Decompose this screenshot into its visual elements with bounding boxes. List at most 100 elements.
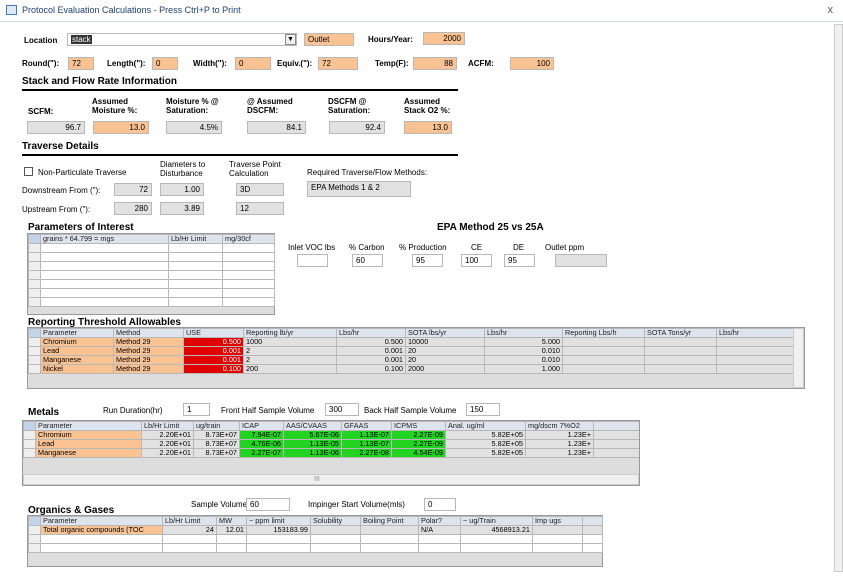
table-row[interactable]: Chromium 2.20E+01 8.73E+07 7.94E-07 5.67… xyxy=(23,430,639,440)
metals-cell[interactable]: 8.73E+07 xyxy=(193,448,240,458)
org-header-1[interactable]: Lb/Hr Limit xyxy=(162,516,217,526)
metals-cell[interactable]: 1.13E-07 xyxy=(341,439,392,449)
rta-cell[interactable]: 0.001 xyxy=(336,355,406,365)
rta-cell[interactable]: 2 xyxy=(243,355,337,365)
metals-cell[interactable]: 5.82E+05 xyxy=(445,439,526,449)
organics-grid[interactable]: Parameter Lb/Hr Limit MW ~ ppm limit Sol… xyxy=(27,515,603,567)
rta-cell[interactable]: 10000 xyxy=(405,337,485,347)
round-field[interactable]: 72 xyxy=(68,57,94,70)
org-header-6[interactable]: Polar? xyxy=(418,516,461,526)
metals-cell[interactable]: 8.73E+07 xyxy=(193,439,240,449)
rta-header-2[interactable]: USE xyxy=(183,328,244,338)
metals-cell[interactable]: 7.94E-07 xyxy=(239,430,284,440)
rta-select-all[interactable] xyxy=(28,328,41,338)
metals-cell[interactable]: 8.73E+07 xyxy=(193,430,240,440)
metals-cell[interactable]: 1.13E-05 xyxy=(283,439,342,449)
metals-hscrollbar[interactable]: III xyxy=(23,474,639,485)
metals-header-7[interactable]: Anal. ug/ml xyxy=(445,421,526,431)
rta-cell[interactable]: 0.001 xyxy=(183,346,244,356)
rta-cell[interactable]: Chromium xyxy=(40,337,114,347)
rta-cell[interactable]: Method 29 xyxy=(113,364,184,374)
rta-cell[interactable]: 0.100 xyxy=(336,364,406,374)
rta-cell[interactable]: 0.010 xyxy=(484,346,563,356)
metals-select-all[interactable] xyxy=(23,421,36,431)
org-header-4[interactable]: Solubility xyxy=(310,516,361,526)
rta-cell[interactable]: Method 29 xyxy=(113,355,184,365)
org-cell[interactable]: 12.01 xyxy=(216,525,247,535)
rta-header-0[interactable]: Parameter xyxy=(40,328,114,338)
metals-cell[interactable]: Chromium xyxy=(35,430,142,440)
metals-header-0[interactable]: Parameter xyxy=(35,421,142,431)
rta-cell[interactable]: 2 xyxy=(243,346,337,356)
rta-cell[interactable]: 200 xyxy=(243,364,337,374)
org-header-7[interactable]: ~ ug/Train xyxy=(460,516,533,526)
temp-field[interactable]: 88 xyxy=(413,57,457,70)
rta-cell[interactable]: Method 29 xyxy=(113,346,184,356)
org-header-0[interactable]: Parameter xyxy=(40,516,163,526)
metals-cell[interactable]: 2.20E+01 xyxy=(141,448,194,458)
rta-header-9[interactable]: Lbs/hr xyxy=(716,328,795,338)
metals-header-3[interactable]: ICAP xyxy=(239,421,284,431)
metals-cell[interactable]: 1.23E+ xyxy=(525,439,594,449)
rta-cell[interactable]: 20 xyxy=(405,346,485,356)
table-row[interactable] xyxy=(28,534,603,544)
metals-header-6[interactable]: ICPMS xyxy=(391,421,446,431)
table-row[interactable]: Total organic compounds (TOC 24 12.01 15… xyxy=(28,525,603,535)
rta-header-4[interactable]: Lbs/hr xyxy=(336,328,406,338)
metals-cell[interactable]: Manganese xyxy=(35,448,142,458)
rta-cell[interactable]: 0.500 xyxy=(183,337,244,347)
moist-field[interactable]: 13.0 xyxy=(93,121,149,134)
org-cell[interactable]: N/A xyxy=(418,525,461,535)
metals-cell[interactable]: 2.27E-09 xyxy=(391,439,446,449)
org-header-5[interactable]: Boiling Point xyxy=(360,516,419,526)
metals-cell[interactable]: 5.67E-06 xyxy=(283,430,342,440)
org-cell[interactable]: 24 xyxy=(162,525,217,535)
rta-cell[interactable]: 0.100 xyxy=(183,364,244,374)
metals-cell[interactable]: 2.20E+01 xyxy=(141,439,194,449)
location-dropdown-icon[interactable]: ▼ xyxy=(285,34,296,45)
table-row[interactable] xyxy=(28,243,275,253)
outlet-field[interactable]: Outlet xyxy=(304,33,354,46)
hours-field[interactable]: 2000 xyxy=(423,32,465,45)
rta-cell[interactable]: 1.000 xyxy=(484,364,563,374)
poi-header-0[interactable]: grains * 64.799 = mgs xyxy=(40,234,169,244)
table-row[interactable]: Nickel Method 29 0.100 200 0.100 2000 1.… xyxy=(28,364,795,374)
back-half-combo[interactable]: 150 xyxy=(466,403,500,416)
front-half-combo[interactable]: 300 xyxy=(325,403,359,416)
metals-cell[interactable]: 4.54E-09 xyxy=(391,448,446,458)
metals-header-8[interactable]: mg/dscm 7%O2 xyxy=(525,421,594,431)
table-row[interactable]: Manganese 2.20E+01 8.73E+07 2.27E-07 1.1… xyxy=(23,448,639,458)
rta-cell[interactable]: Manganese xyxy=(40,355,114,365)
table-row[interactable] xyxy=(28,543,603,553)
org-select-all[interactable] xyxy=(28,516,41,526)
rta-cell[interactable]: 1000 xyxy=(243,337,337,347)
metals-cell[interactable]: 2.27E-08 xyxy=(341,448,392,458)
org-header-3[interactable]: ~ ppm limit xyxy=(246,516,311,526)
rta-cell[interactable]: 5.000 xyxy=(484,337,563,347)
poi-header-2[interactable]: mg/30cf xyxy=(222,234,275,244)
rta-header-6[interactable]: Lbs/hr xyxy=(484,328,563,338)
rta-header-1[interactable]: Method xyxy=(113,328,184,338)
table-row[interactable] xyxy=(28,252,275,262)
metals-cell[interactable]: 2.27E-07 xyxy=(239,448,284,458)
poi-header-1[interactable]: Lb/Hr Limit xyxy=(168,234,223,244)
table-row[interactable] xyxy=(28,288,275,298)
metals-cell[interactable]: 5.82E+05 xyxy=(445,430,526,440)
metals-cell[interactable]: 4.76E-06 xyxy=(239,439,284,449)
acfm-field[interactable]: 100 xyxy=(510,57,554,70)
rta-header-5[interactable]: SOTA lbs/yr xyxy=(405,328,485,338)
metals-grid[interactable]: Parameter Lb/Hr Limit ug/train ICAP AAS/… xyxy=(22,420,640,486)
org-cell[interactable]: 153183.99 xyxy=(246,525,311,535)
poi-select-all[interactable] xyxy=(28,234,41,244)
carbon-field[interactable]: 60 xyxy=(352,254,383,267)
rta-cell[interactable]: Nickel xyxy=(40,364,114,374)
metals-cell[interactable]: 1.23E+ xyxy=(525,430,594,440)
table-row[interactable] xyxy=(28,270,275,280)
inlet-voc-field[interactable] xyxy=(297,254,328,267)
metals-cell[interactable]: 1.13E-07 xyxy=(341,430,392,440)
metals-header-4[interactable]: AAS/CVAAS xyxy=(283,421,342,431)
table-row[interactable]: Lead 2.20E+01 8.73E+07 4.76E-06 1.13E-05… xyxy=(23,439,639,449)
metals-cell[interactable]: 1.23E+ xyxy=(525,448,594,458)
equiv-field[interactable]: 72 xyxy=(318,57,358,70)
form-vscrollbar[interactable] xyxy=(834,24,843,572)
